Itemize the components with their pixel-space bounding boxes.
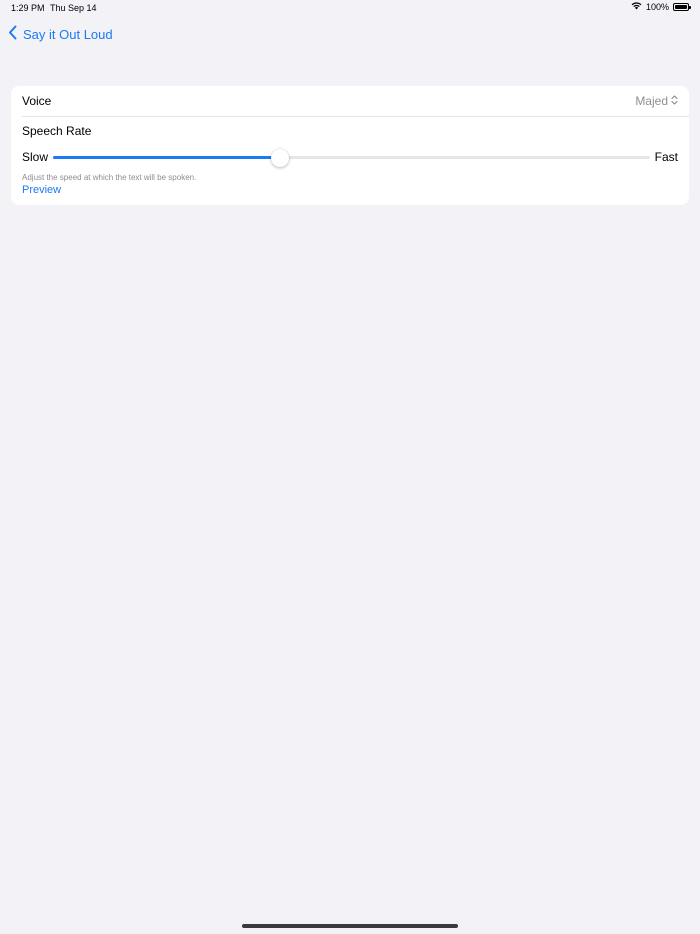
slider-thumb[interactable] <box>270 149 289 167</box>
speech-rate-hint: Adjust the speed at which the text will … <box>22 173 197 182</box>
slider-fill <box>53 156 280 159</box>
row-divider <box>22 116 689 117</box>
voice-label: Voice <box>22 94 52 108</box>
speech-rate-label: Speech Rate <box>22 124 92 138</box>
status-time: 1:29 PM <box>11 3 45 13</box>
voice-value: Majed <box>635 94 668 108</box>
speech-rate-slider-row: Slow Fast <box>22 148 678 167</box>
fast-label: Fast <box>654 150 678 164</box>
speech-settings-card: Voice Majed Speech Rate Slow Fast Adjust… <box>11 86 689 205</box>
battery-icon <box>673 3 691 11</box>
battery-percent: 100% <box>645 2 669 12</box>
voice-row[interactable]: Voice Majed <box>11 86 689 116</box>
voice-picker[interactable]: Majed <box>635 94 678 108</box>
preview-button[interactable]: Preview <box>22 184 61 196</box>
chevron-up-down-icon <box>668 94 678 108</box>
back-button[interactable]: Say it Out Loud <box>8 25 113 43</box>
status-date: Thu Sep 14 <box>50 3 97 13</box>
home-indicator[interactable] <box>242 924 458 928</box>
slow-label: Slow <box>22 150 49 164</box>
speech-rate-slider[interactable] <box>53 149 650 167</box>
chevron-left-icon <box>8 25 23 43</box>
back-button-label: Say it Out Loud <box>23 26 113 42</box>
wifi-icon <box>631 2 642 12</box>
status-indicators: 100% <box>631 2 691 12</box>
status-bar: 1:29 PM Thu Sep 14 100% <box>0 0 700 18</box>
